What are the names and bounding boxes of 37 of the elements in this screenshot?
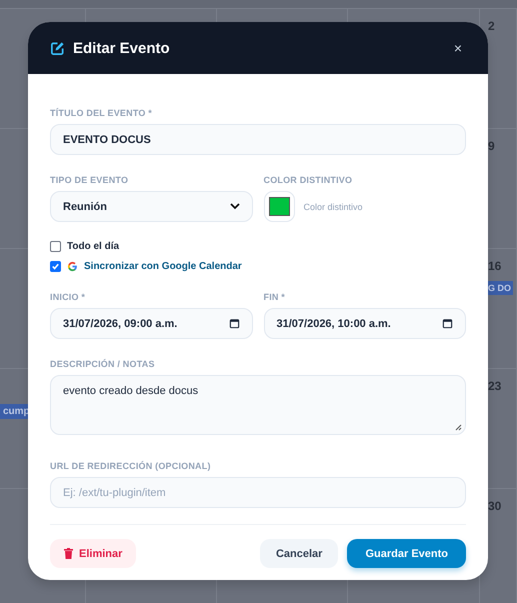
day-number: 30 [488,499,502,513]
day-number: 2 [488,19,495,33]
field-label: FIN * [264,292,286,302]
field-label: TÍTULO DEL EVENTO * [50,108,153,118]
day-number: 16 [488,259,502,273]
field-label: COLOR DISTINTIVO [264,175,354,185]
calendar-icon[interactable] [442,318,453,329]
calendar-icon[interactable] [228,318,240,329]
checkbox[interactable] [50,241,61,252]
end-date-field[interactable]: 31/07/2026, 10:00 a.m. [264,308,466,339]
checkbox-label[interactable]: Sincronizar con Google Calendar [84,261,242,272]
day-number: 23 [488,379,502,393]
trash-icon [64,548,73,559]
edit-icon [50,40,65,56]
description-field[interactable]: evento creado desde docus [50,375,466,435]
cancel-button[interactable]: Cancelar [260,539,338,568]
checkbox[interactable] [50,261,61,272]
google-icon [67,261,78,272]
field-label: TIPO DE EVENTO [50,175,130,185]
field-label: INICIO * [50,292,86,302]
field-label: URL DE REDIRECCIÓN (OPCIONAL) [50,461,212,471]
chevron-down-icon [230,203,240,210]
dialog-title: Editar Evento [73,40,171,56]
field-label: DESCRIPCIÓN / NOTAS [50,359,156,369]
event-chip[interactable]: G DO [486,281,514,295]
url-field[interactable]: Ej: /ext/tu-plugin/item [50,477,466,508]
checkbox-label[interactable]: Todo el día [67,241,120,252]
title-field[interactable]: EVENTO DOCUS [50,124,466,155]
event-type-select[interactable]: Reunión [50,191,252,222]
start-date-field[interactable]: 31/07/2026, 09:00 a.m. [50,308,252,339]
day-number: 9 [488,139,495,153]
color-picker[interactable] [264,191,294,222]
delete-button[interactable]: Eliminar [50,539,136,568]
color-hint: Color distintivo [304,202,363,212]
save-button[interactable]: Guardar Evento [347,539,466,568]
resize-handle-icon[interactable] [455,424,462,431]
close-button[interactable]: × [450,40,466,56]
